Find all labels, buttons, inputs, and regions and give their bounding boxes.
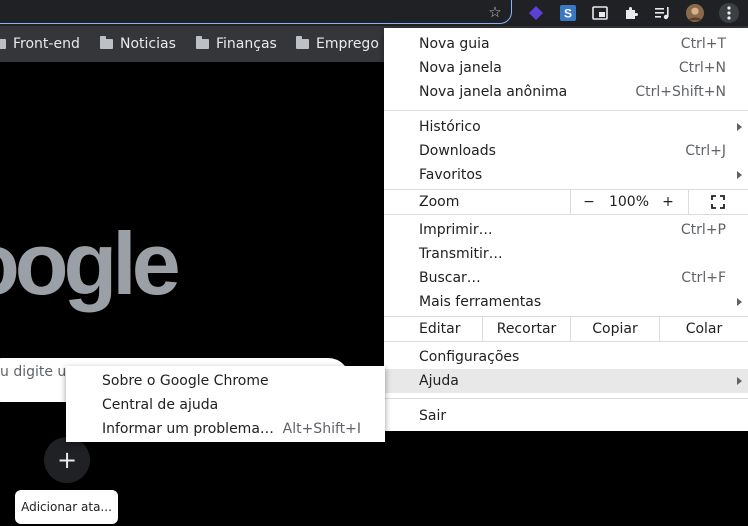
menu-item-label: Sair [419, 408, 447, 424]
folder-icon [196, 36, 209, 49]
menu-item-shortcut: Alt+Shift+I [282, 421, 361, 437]
submenu-item-help-center[interactable]: Central de ajuda [66, 393, 385, 417]
bookmark-folder-front-end[interactable]: Front-end [0, 26, 80, 62]
zoom-out-button[interactable]: − [579, 190, 599, 214]
menu-separator [384, 398, 748, 399]
menu-item-label: Zoom [419, 194, 460, 210]
zoom-divider [570, 190, 571, 214]
extension-diamond-icon[interactable] [527, 4, 545, 22]
add-shortcut-label[interactable]: Adicionar ata... [15, 490, 118, 524]
submenu-item-report-issue[interactable]: Informar um problema… Alt+Shift+I [66, 417, 385, 441]
menu-item-label: Nova guia [419, 36, 490, 52]
bookmark-label: Emprego [316, 36, 379, 52]
menu-item-help[interactable]: Ajuda [384, 369, 748, 393]
menu-item-exit[interactable]: Sair [384, 404, 748, 428]
bookmark-label: Finanças [216, 36, 277, 52]
menu-item-label: Buscar… [419, 270, 481, 286]
menu-item-zoom: Zoom − 100% + [384, 190, 748, 214]
chrome-menu-icon[interactable] [719, 3, 739, 23]
zoom-divider [688, 190, 689, 214]
menu-item-history[interactable]: Histórico [384, 115, 748, 139]
menu-item-shortcut: Ctrl+T [680, 36, 726, 52]
cut-button[interactable]: Recortar [483, 317, 570, 341]
help-submenu: Sobre o Google Chrome Central de ajuda I… [66, 366, 385, 442]
paste-button[interactable]: Colar [660, 317, 748, 341]
media-control-icon[interactable] [654, 4, 672, 22]
zoom-level: 100% [608, 194, 650, 210]
menu-item-label: Configurações [419, 349, 520, 365]
zoom-in-button[interactable]: + [658, 190, 678, 214]
chrome-main-menu: Nova guia Ctrl+T Nova janela Ctrl+N Nova… [384, 28, 748, 431]
bookmark-folder-emprego[interactable]: Emprego [296, 26, 379, 62]
profile-avatar[interactable] [686, 4, 704, 22]
address-bar[interactable] [0, 0, 512, 24]
bookmark-label: Noticias [120, 36, 176, 52]
folder-icon [100, 36, 113, 49]
menu-item-more-tools[interactable]: Mais ferramentas [384, 290, 748, 314]
menu-item-label: Mais ferramentas [419, 294, 542, 310]
menu-item-label: Informar um problema… [102, 421, 274, 437]
menu-item-label: Histórico [419, 119, 481, 135]
menu-item-print[interactable]: Imprimir… Ctrl+P [384, 218, 748, 242]
menu-item-settings[interactable]: Configurações [384, 345, 748, 369]
menu-item-shortcut: Ctrl+Shift+N [635, 84, 726, 100]
menu-item-label: Nova janela [419, 60, 502, 76]
menu-item-label: Sobre o Google Chrome [102, 373, 269, 389]
extensions-puzzle-icon[interactable] [622, 4, 640, 22]
menu-item-incognito[interactable]: Nova janela anônima Ctrl+Shift+N [384, 80, 748, 104]
fullscreen-icon[interactable] [706, 190, 730, 214]
bookmark-folder-noticias[interactable]: Noticias [100, 26, 176, 62]
menu-item-downloads[interactable]: Downloads Ctrl+J [384, 139, 748, 163]
menu-item-label: Imprimir… [419, 222, 493, 238]
picture-in-picture-icon[interactable] [591, 4, 609, 22]
menu-item-label: Ajuda [419, 373, 459, 389]
menu-separator [384, 214, 748, 215]
bookmark-folder-financas[interactable]: Finanças [196, 26, 277, 62]
menu-item-label: Nova janela anônima [419, 84, 568, 100]
menu-separator [384, 341, 748, 342]
bookmark-label: Front-end [13, 36, 80, 52]
menu-item-shortcut: Ctrl+N [678, 60, 726, 76]
menu-item-label: Favoritos [419, 167, 483, 183]
submenu-arrow-icon [737, 377, 742, 385]
menu-item-label: Downloads [419, 143, 496, 159]
menu-item-label: Central de ajuda [102, 397, 219, 413]
submenu-arrow-icon [737, 171, 742, 179]
add-shortcut-button[interactable]: + [44, 437, 90, 483]
menu-item-label: Transmitir… [419, 246, 503, 262]
extension-s-icon[interactable]: S [559, 4, 577, 22]
menu-item-shortcut: Ctrl+P [680, 222, 726, 238]
menu-item-cast[interactable]: Transmitir… [384, 242, 748, 266]
menu-item-shortcut: Ctrl+J [685, 143, 726, 159]
submenu-arrow-icon [737, 123, 742, 131]
browser-toolbar: ☆ S [0, 0, 748, 26]
menu-item-label: Editar [419, 321, 461, 337]
google-logo: oogle [0, 214, 181, 313]
menu-item-new-window[interactable]: Nova janela Ctrl+N [384, 56, 748, 80]
menu-item-find[interactable]: Buscar… Ctrl+F [384, 266, 748, 290]
bookmark-star-icon[interactable]: ☆ [486, 3, 504, 21]
menu-item-edit: Editar Recortar Copiar Colar [384, 317, 748, 341]
svg-text:S: S [564, 7, 572, 21]
copy-button[interactable]: Copiar [571, 317, 659, 341]
menu-item-shortcut: Ctrl+F [681, 270, 726, 286]
menu-item-bookmarks[interactable]: Favoritos [384, 163, 748, 187]
menu-separator [384, 110, 748, 111]
folder-icon [296, 36, 309, 49]
submenu-arrow-icon [737, 298, 742, 306]
menu-item-new-tab[interactable]: Nova guia Ctrl+T [384, 32, 748, 56]
submenu-item-about[interactable]: Sobre o Google Chrome [66, 369, 385, 393]
folder-icon [0, 39, 6, 49]
